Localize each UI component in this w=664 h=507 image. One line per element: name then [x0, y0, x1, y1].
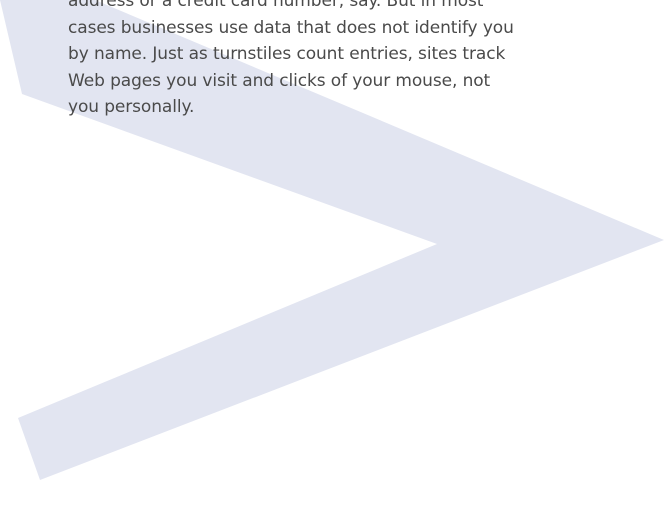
body-line-4: Web pages you visit and clicks of your m…: [68, 70, 491, 91]
body-paragraph: address or a credit card number, say. Bu…: [68, 0, 628, 121]
body-line-2: cases businesses use data that does not …: [68, 17, 514, 38]
body-line-3: by name. Just as turnstiles count entrie…: [68, 44, 506, 64]
body-line-5: you personally.: [68, 97, 195, 117]
body-line-1: address or a credit card number, say. Bu…: [68, 0, 484, 11]
slide-page: address or a credit card number, say. Bu…: [0, 0, 664, 507]
